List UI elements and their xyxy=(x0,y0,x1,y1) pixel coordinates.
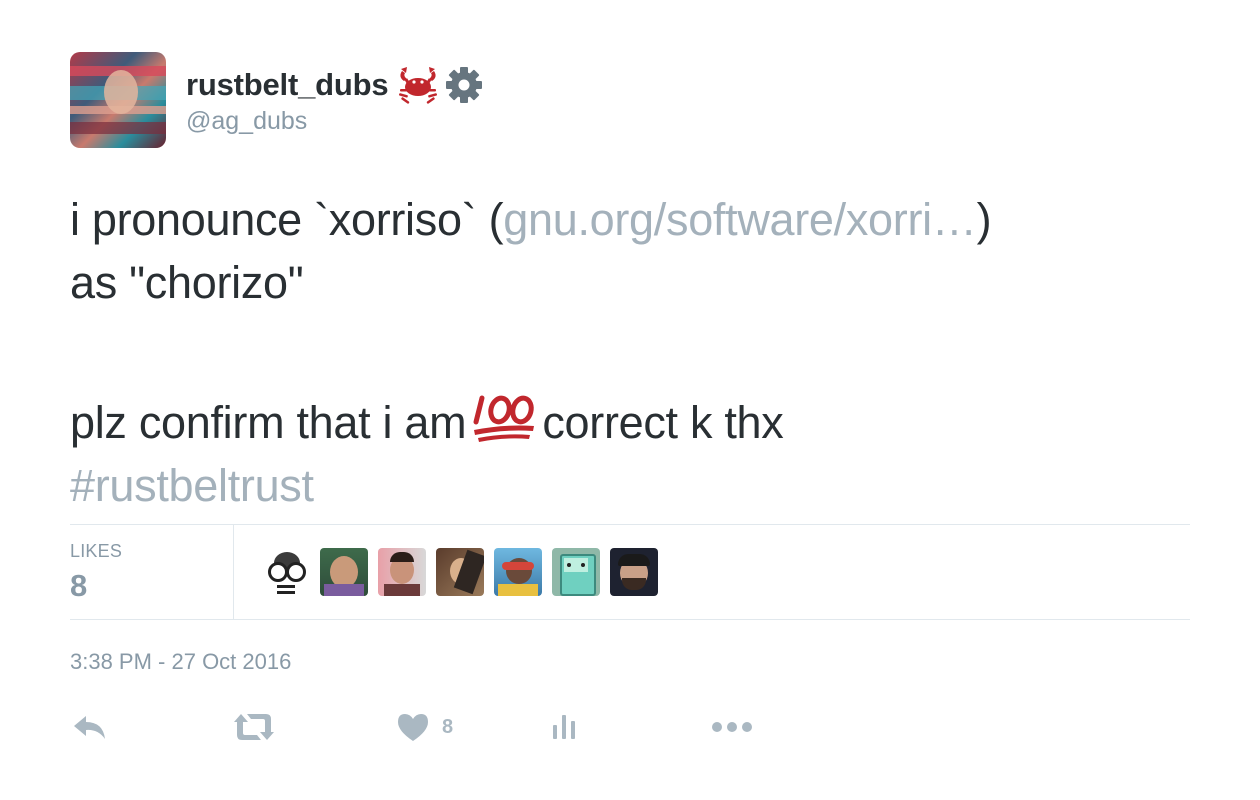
reply-icon xyxy=(74,716,105,739)
liker-avatar[interactable] xyxy=(436,548,484,596)
likes-label: LIKES xyxy=(70,541,123,561)
tweet-text-segment: correct k thx xyxy=(542,397,784,448)
avatar[interactable] xyxy=(70,52,166,148)
retweet-button[interactable] xyxy=(232,707,276,747)
analytics-button[interactable] xyxy=(550,707,580,747)
likers-list xyxy=(234,525,658,619)
tweet-link[interactable]: gnu.org/software/xorri… xyxy=(503,194,977,245)
liker-avatar[interactable] xyxy=(494,548,542,596)
heart-icon xyxy=(398,714,428,741)
tweet-text-segment: ) xyxy=(976,194,992,245)
reply-button[interactable] xyxy=(72,707,108,747)
liker-avatar[interactable] xyxy=(320,548,368,596)
tweet-stats: LIKES 8 xyxy=(70,524,1190,620)
crab-emoji-icon xyxy=(399,66,438,104)
tweet: rustbelt_dubs @ag_dubs i pronounce `xorr… xyxy=(70,52,1190,741)
tweet-line-1: i pronounce `xorriso` (gnu.org/software/… xyxy=(70,188,1190,251)
analytics-icon xyxy=(553,715,575,739)
like-count: 8 xyxy=(442,715,454,738)
user-names: rustbelt_dubs @ag_dubs xyxy=(186,65,486,136)
gear-emoji-icon xyxy=(446,66,483,103)
tweet-actions: 8 xyxy=(70,707,770,747)
tweet-header: rustbelt_dubs @ag_dubs xyxy=(70,52,1190,148)
tweet-line-2: as "chorizo" xyxy=(70,257,304,308)
like-button[interactable]: 8 xyxy=(396,707,453,747)
tweet-text-segment: i pronounce `xorriso` ( xyxy=(70,194,504,245)
more-icon xyxy=(712,722,752,732)
liker-avatar[interactable] xyxy=(610,548,658,596)
user-handle[interactable]: @ag_dubs xyxy=(186,107,486,136)
liker-avatar[interactable] xyxy=(378,548,426,596)
hashtag-link[interactable]: #rustbeltrust xyxy=(70,454,1190,517)
hundred-points-emoji-icon xyxy=(473,395,535,442)
liker-avatar[interactable] xyxy=(552,548,600,596)
tweet-timestamp[interactable]: 3:38 PM - 27 Oct 2016 xyxy=(70,649,291,675)
tweet-line-3: plz confirm that i am correct k thx xyxy=(70,388,1190,454)
display-name[interactable]: rustbelt_dubs xyxy=(186,67,389,103)
likes-stat[interactable]: LIKES 8 xyxy=(70,525,234,619)
tweet-text: i pronounce `xorriso` (gnu.org/software/… xyxy=(70,188,1190,517)
likes-count: 8 xyxy=(70,568,88,603)
retweet-icon xyxy=(234,714,274,740)
more-button[interactable] xyxy=(710,707,754,747)
tweet-text-segment: plz confirm that i am xyxy=(70,397,467,448)
liker-avatar[interactable] xyxy=(262,548,310,596)
